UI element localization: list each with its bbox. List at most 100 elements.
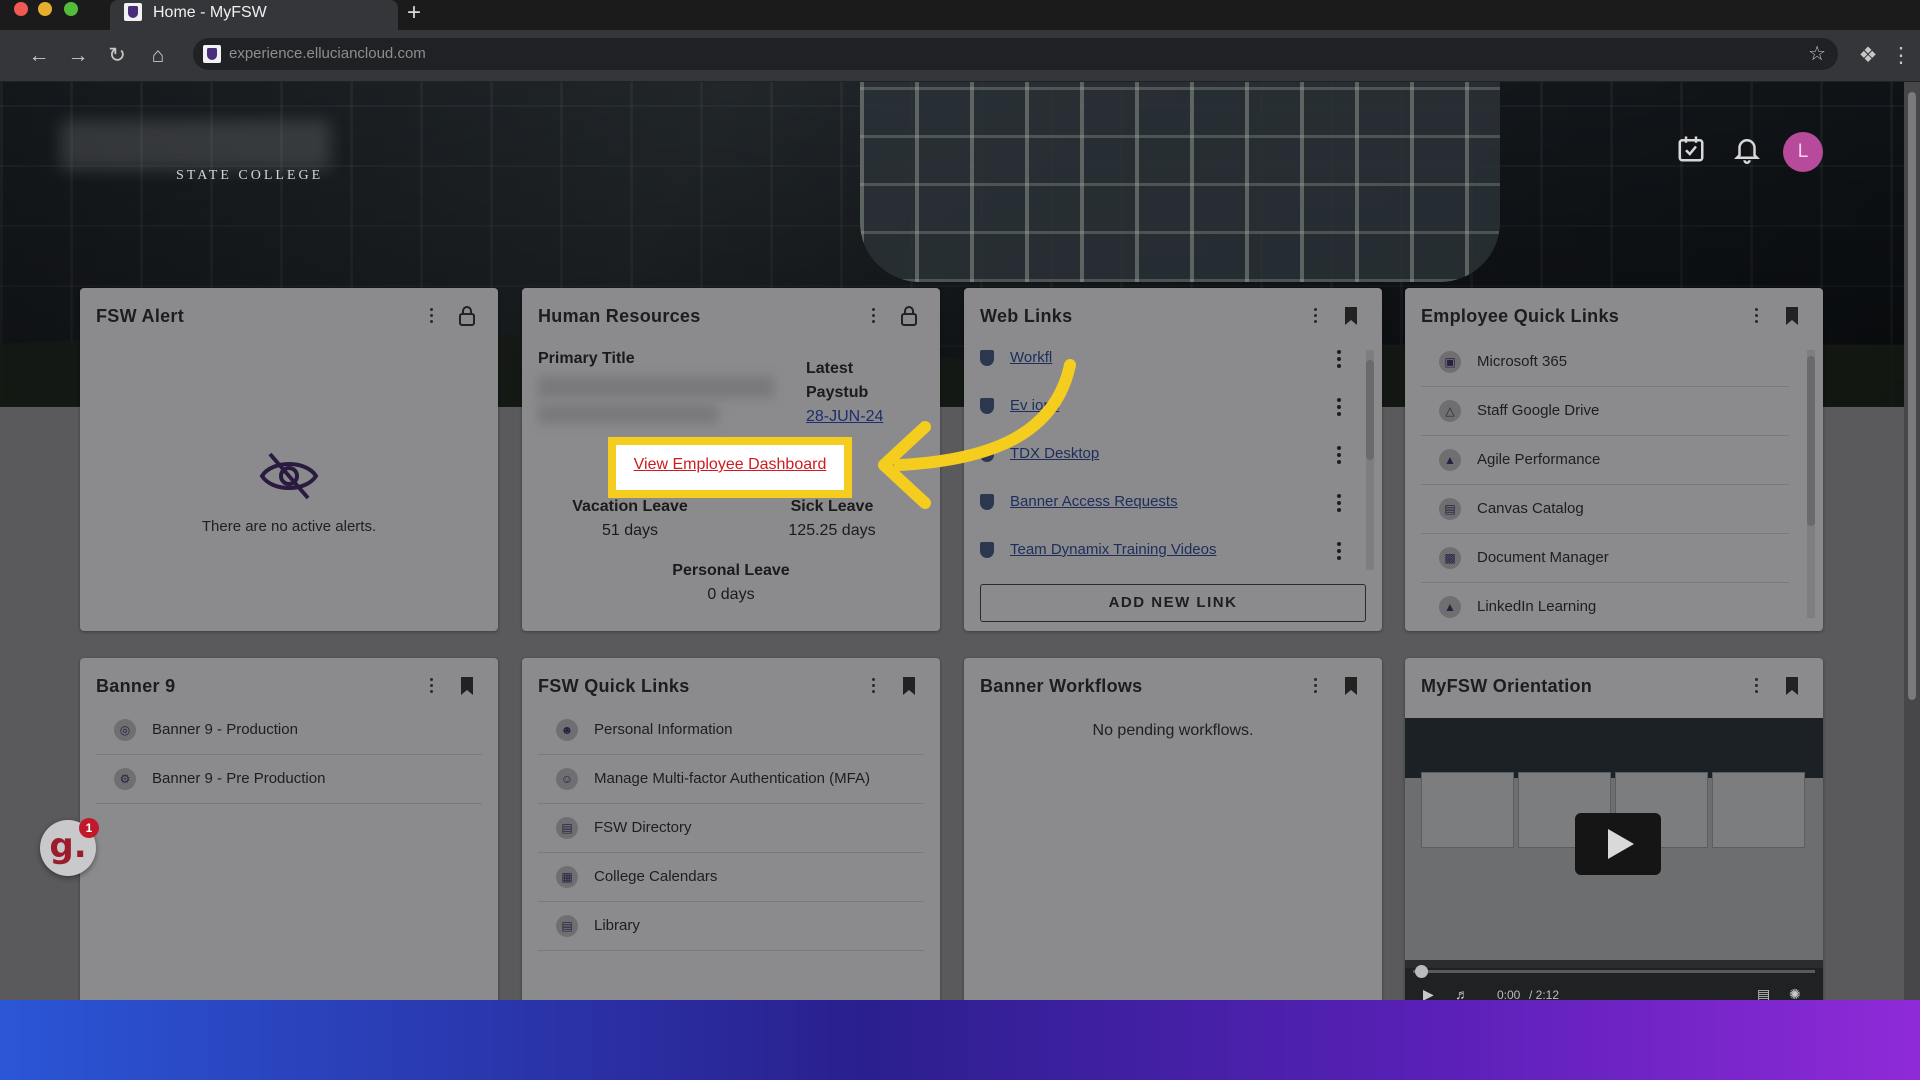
- card-menu-icon[interactable]: [428, 308, 434, 326]
- primary-title-value-redacted: [538, 404, 718, 424]
- quick-link-label: LinkedIn Learning: [1477, 598, 1597, 615]
- scrollbar-thumb[interactable]: [1366, 360, 1374, 460]
- add-new-link-button[interactable]: ADD NEW LINK: [980, 584, 1366, 622]
- reload-icon[interactable]: ↻: [104, 43, 130, 69]
- banner9-label: Banner 9 - Pre Production: [152, 770, 326, 787]
- tab-title: Home - MyFSW: [153, 4, 267, 21]
- video-progress-bar[interactable]: [1413, 965, 1815, 978]
- vacation-leave-value: 51 days: [601, 522, 659, 539]
- play-icon[interactable]: ▶: [1423, 986, 1434, 1000]
- college-logo[interactable]: [60, 120, 330, 170]
- web-links-scrollbar[interactable]: [1366, 350, 1374, 570]
- card-title: Employee Quick Links: [1421, 306, 1620, 326]
- quick-link-row[interactable]: ▲ LinkedIn Learning: [1421, 583, 1789, 632]
- shield-icon: [980, 542, 994, 558]
- extensions-puzzle-icon[interactable]: ❖: [1855, 43, 1881, 69]
- card-title: Web Links: [980, 306, 1073, 326]
- fsw-quick-link-row[interactable]: ▦ College Calendars: [538, 853, 924, 902]
- forward-arrow-icon[interactable]: →: [65, 43, 91, 69]
- fsw-quick-link-row[interactable]: ▤ FSW Directory: [538, 804, 924, 853]
- link-menu-icon[interactable]: [1336, 446, 1342, 466]
- card-menu-icon[interactable]: [870, 308, 876, 326]
- bookmark-icon[interactable]: [1783, 305, 1801, 327]
- card-fsw-quick-links: FSW Quick Links ☻ Personal Information ☺…: [522, 658, 940, 1000]
- fsw-quick-link-row[interactable]: ▤ Library: [538, 902, 924, 951]
- bookmark-icon[interactable]: [1342, 305, 1360, 327]
- new-tab-icon[interactable]: +: [407, 1, 421, 25]
- notification-bell-icon[interactable]: [1732, 134, 1762, 164]
- captions-icon[interactable]: ▤: [1757, 986, 1770, 1000]
- bookmark-icon[interactable]: [1342, 675, 1360, 697]
- quick-link-label: Agile Performance: [1477, 451, 1601, 468]
- volume-icon[interactable]: ♬: [1455, 986, 1469, 1000]
- fsw-quick-link-row[interactable]: ☺ Manage Multi-factor Authentication (MF…: [538, 755, 924, 804]
- orientation-video-player[interactable]: ▶ ♬ 0:00 / 2:12 ▤ ✺: [1405, 718, 1823, 1000]
- library-book-icon: ▤: [556, 915, 578, 937]
- latest-paystub-label: Paystub: [806, 384, 869, 401]
- quick-link-row[interactable]: ▣ Microsoft 365: [1421, 338, 1789, 387]
- browser-tab[interactable]: Home - MyFSW: [110, 0, 398, 30]
- back-arrow-icon[interactable]: ←: [26, 43, 52, 69]
- quick-link-row[interactable]: △ Staff Google Drive: [1421, 387, 1789, 436]
- card-menu-icon[interactable]: [1753, 308, 1759, 326]
- lock-icon[interactable]: [900, 305, 918, 327]
- video-current-time: 0:00: [1497, 988, 1521, 1000]
- quick-link-row[interactable]: ▲ Agile Performance: [1421, 436, 1789, 485]
- scrollbar-thumb[interactable]: [1807, 356, 1815, 526]
- page-scrollbar-thumb[interactable]: [1908, 92, 1916, 700]
- link-menu-icon[interactable]: [1336, 542, 1342, 562]
- card-menu-icon[interactable]: [428, 678, 434, 696]
- card-banner-workflows: Banner Workflows No pending workflows.: [964, 658, 1382, 1000]
- bookmark-star-icon[interactable]: ☆: [1808, 41, 1826, 66]
- video-scrubber[interactable]: [1415, 965, 1428, 978]
- card-menu-icon[interactable]: [870, 678, 876, 696]
- site-favicon-icon: [124, 3, 142, 21]
- lock-icon[interactable]: [458, 305, 476, 327]
- user-avatar[interactable]: L: [1783, 132, 1823, 172]
- card-title: MyFSW Orientation: [1421, 676, 1593, 696]
- window-minimize-button[interactable]: [38, 2, 52, 16]
- browser-toolbar: ← → ↻ ⌂ experience.elluciancloud.com ☆ ❖…: [0, 30, 1920, 82]
- browser-menu-icon[interactable]: ⋮: [1888, 43, 1914, 69]
- web-link[interactable]: Team Dynamix Training Videos: [1010, 541, 1216, 558]
- bookmark-icon[interactable]: [1783, 675, 1801, 697]
- quick-links-scrollbar[interactable]: [1807, 350, 1815, 618]
- card-menu-icon[interactable]: [1312, 308, 1318, 326]
- graduation-cap-icon: ▲: [1439, 596, 1461, 618]
- book-icon: ▤: [1439, 498, 1461, 520]
- card-title: FSW Alert: [96, 306, 185, 326]
- site-info-icon[interactable]: [203, 45, 221, 63]
- web-link-row[interactable]: Team Dynamix Training Videos: [980, 528, 1342, 576]
- sick-leave-value: 125.25 days: [788, 522, 876, 539]
- quick-link-label: Microsoft 365: [1477, 353, 1568, 370]
- fsw-quick-link-label: College Calendars: [594, 868, 718, 885]
- quick-link-row[interactable]: ▤ Canvas Catalog: [1421, 485, 1789, 534]
- banner9-row[interactable]: ◎ Banner 9 - Production: [96, 706, 482, 755]
- personal-leave-label: Personal Leave: [672, 562, 790, 579]
- quick-link-label: Canvas Catalog: [1477, 500, 1584, 517]
- card-menu-icon[interactable]: [1312, 678, 1318, 696]
- chart-icon: ▲: [1439, 449, 1461, 471]
- calendar-check-icon[interactable]: [1676, 134, 1706, 164]
- link-menu-icon[interactable]: [1336, 350, 1342, 370]
- id-card-icon: ▤: [556, 817, 578, 839]
- bookmark-icon[interactable]: [458, 675, 476, 697]
- page-scrollbar[interactable]: [1904, 82, 1920, 1000]
- banner9-row[interactable]: ⚙ Banner 9 - Pre Production: [96, 755, 482, 804]
- window-zoom-button[interactable]: [64, 2, 78, 16]
- link-menu-icon[interactable]: [1336, 494, 1342, 514]
- home-icon[interactable]: ⌂: [145, 43, 171, 69]
- settings-icon[interactable]: ✺: [1789, 986, 1801, 1000]
- window-close-button[interactable]: [14, 2, 28, 16]
- no-alerts-text: There are no active alerts.: [201, 518, 377, 535]
- bookmark-icon[interactable]: [900, 675, 918, 697]
- card-menu-icon[interactable]: [1753, 678, 1759, 696]
- video-frame-panel: [1421, 772, 1514, 848]
- video-play-button[interactable]: [1575, 813, 1661, 875]
- link-menu-icon[interactable]: [1336, 398, 1342, 418]
- quick-link-row[interactable]: ▩ Document Manager: [1421, 534, 1789, 583]
- fsw-quick-link-label: FSW Directory: [594, 819, 692, 836]
- view-employee-dashboard-link[interactable]: View Employee Dashboard: [616, 456, 844, 474]
- fsw-quick-link-row[interactable]: ☻ Personal Information: [538, 706, 924, 755]
- address-bar[interactable]: experience.elluciancloud.com ☆: [193, 38, 1838, 70]
